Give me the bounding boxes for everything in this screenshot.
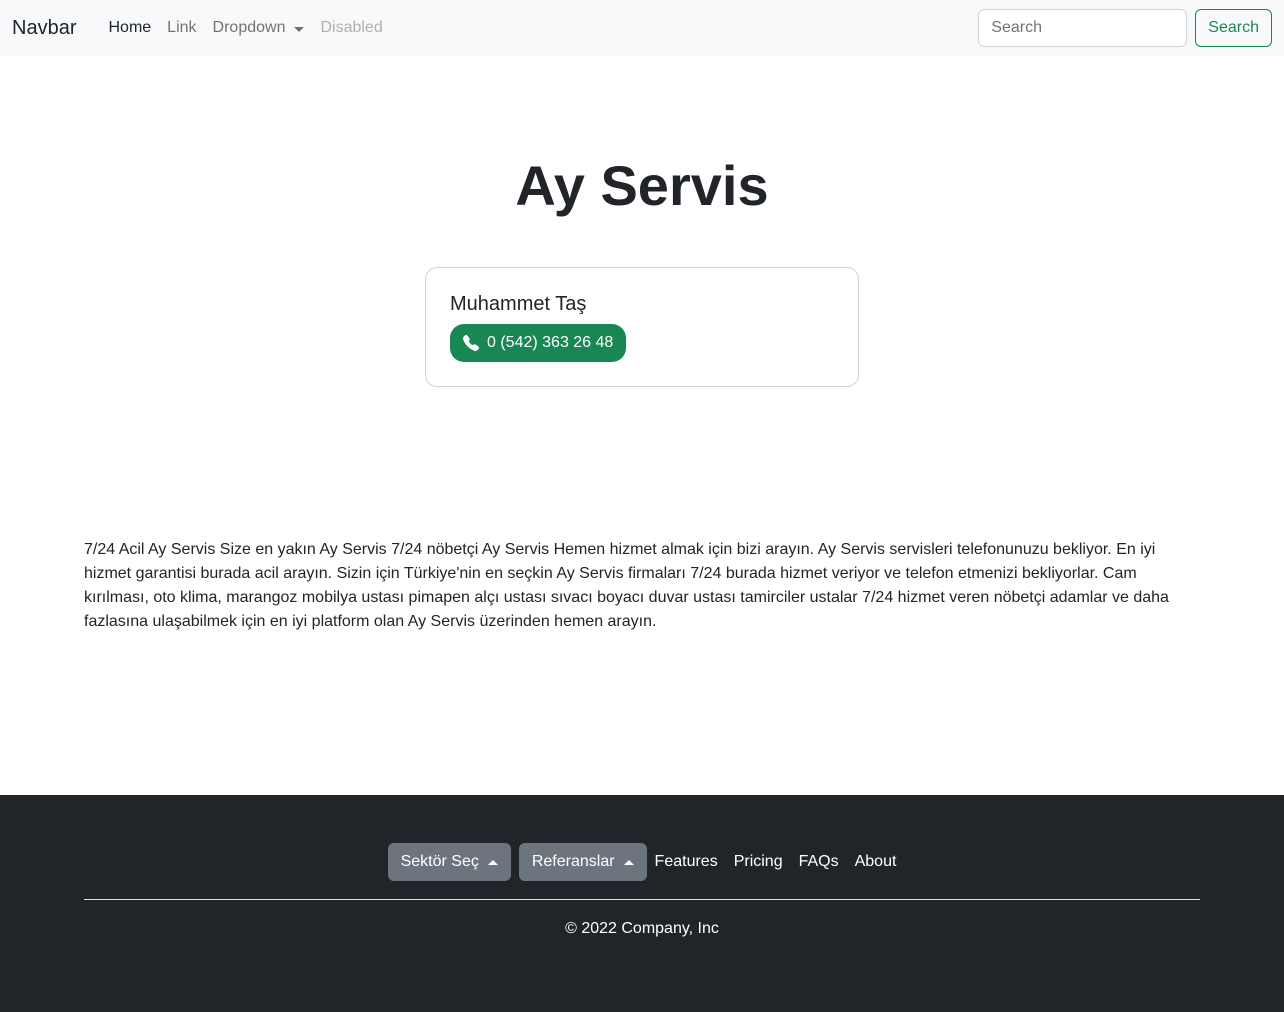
chevron-down-icon: [294, 26, 305, 32]
references-label: Referanslar: [531, 853, 615, 870]
service-description: 7/24 Acil Ay Servis Size en yakın Ay Ser…: [84, 541, 1169, 630]
page-title: Ay Servis: [515, 154, 769, 217]
chevron-up-icon: [487, 859, 498, 865]
phone-number: 0 (542) 363 26 48: [487, 334, 614, 351]
phone-icon: [463, 335, 479, 351]
footer-link-faqs[interactable]: FAQs: [791, 853, 847, 871]
footer-nav: Sektör Seç Referanslar Features Pricing …: [0, 843, 1284, 881]
search-form: Search: [978, 9, 1272, 47]
nav-dropdown[interactable]: Dropdown: [205, 19, 313, 37]
contact-card: Muhammet Taş 0 (542) 363 26 48: [425, 267, 859, 387]
footer-link-pricing[interactable]: Pricing: [726, 853, 791, 871]
call-button[interactable]: 0 (542) 363 26 48: [450, 324, 627, 362]
nav-link-home[interactable]: Home: [100, 19, 159, 37]
sector-select-label: Sektör Seç: [400, 853, 479, 870]
copyright-text: © 2022 Company, Inc: [565, 920, 719, 937]
top-navbar: Navbar Home Link Dropdown Disabled Searc…: [0, 0, 1284, 56]
nav-link-disabled: Disabled: [320, 19, 383, 36]
search-button[interactable]: Search: [1195, 9, 1272, 47]
nav-links: Home Link Dropdown Disabled: [100, 19, 390, 37]
nav-dropdown-label: Dropdown: [212, 19, 286, 36]
sector-select-dropdown[interactable]: Sektör Seç: [387, 843, 511, 881]
search-input[interactable]: [978, 9, 1188, 47]
footer-link-features[interactable]: Features: [655, 853, 726, 871]
footer: Sektör Seç Referanslar Features Pricing …: [0, 795, 1284, 1012]
chevron-up-icon: [623, 859, 634, 865]
contact-name: Muhammet Taş: [450, 293, 587, 315]
navbar-brand[interactable]: Navbar: [12, 18, 76, 38]
nav-link-link[interactable]: Link: [159, 19, 204, 37]
footer-link-about[interactable]: About: [847, 853, 905, 871]
references-dropdown[interactable]: Referanslar: [518, 843, 647, 881]
footer-divider: [84, 899, 1200, 900]
